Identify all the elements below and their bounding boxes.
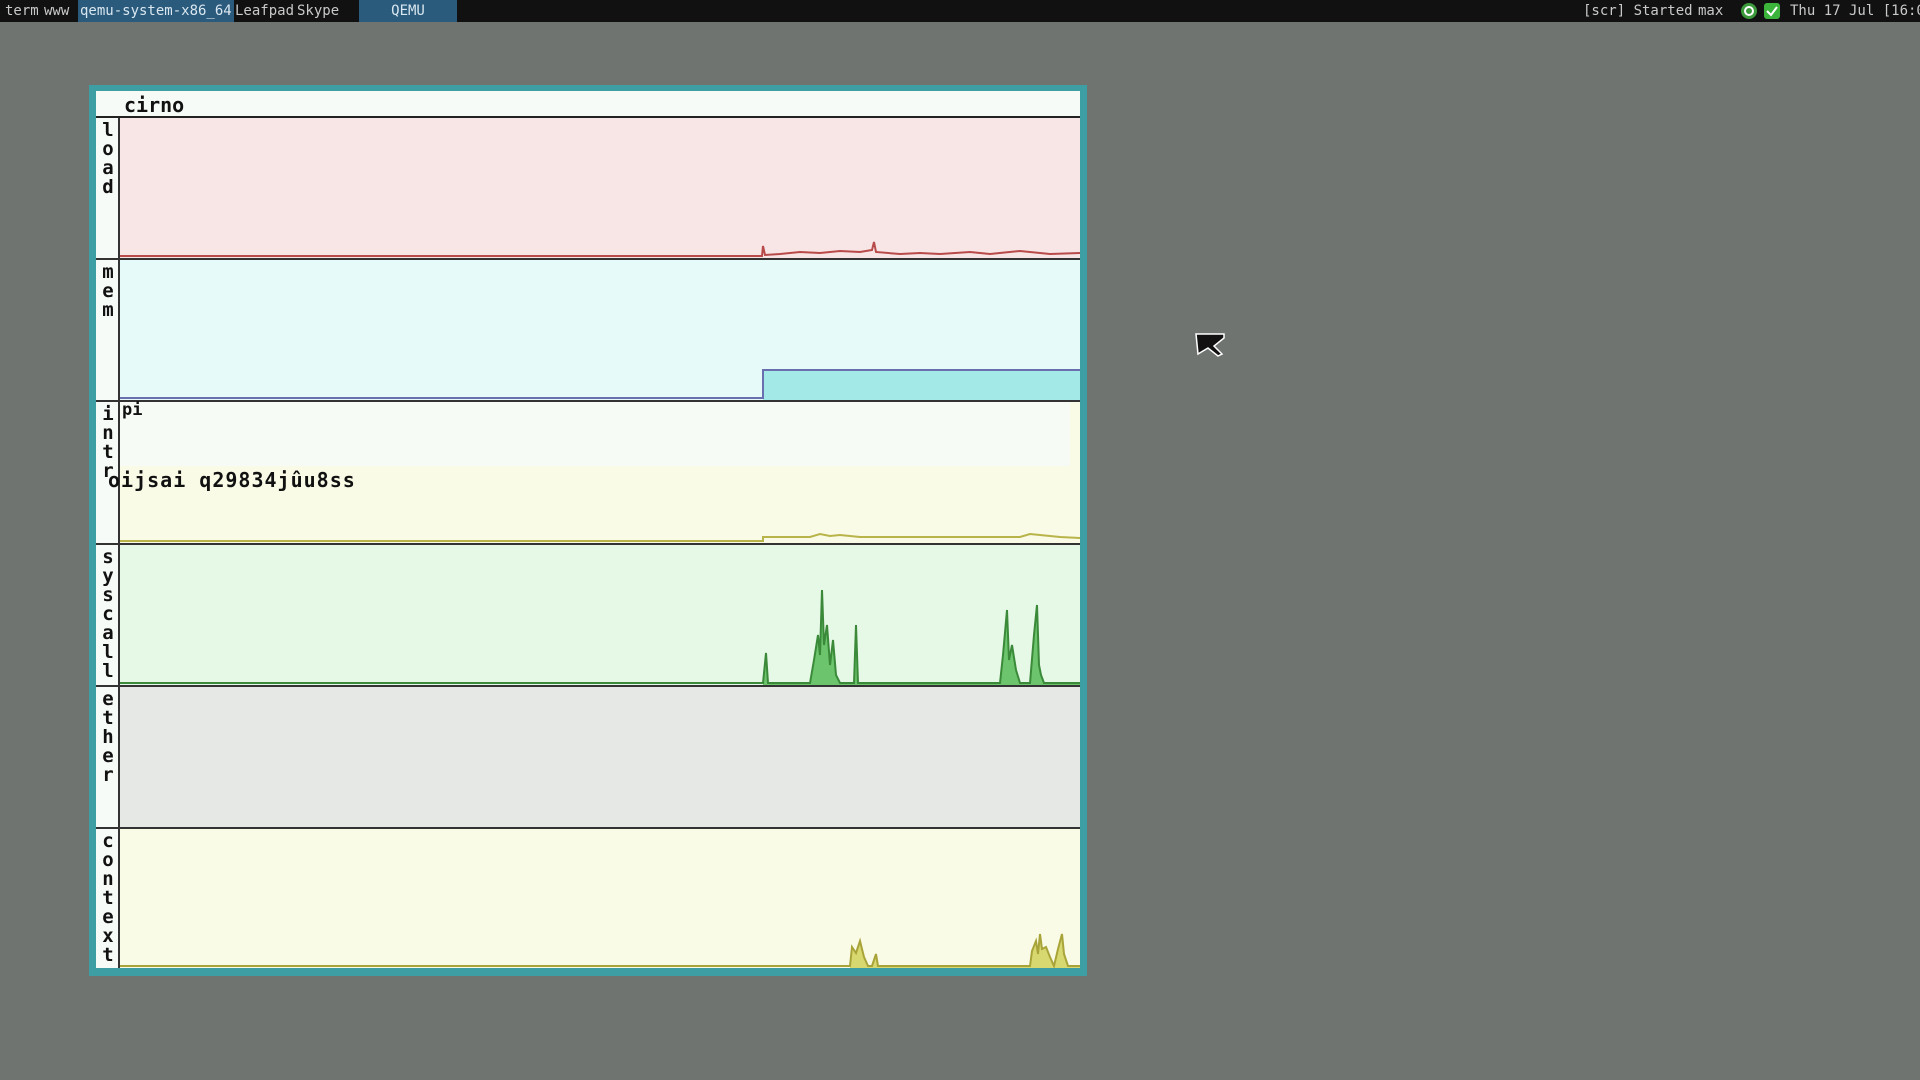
check-icon[interactable] xyxy=(1764,3,1780,19)
panel-ether: ether xyxy=(96,687,1080,829)
window-title: cirno xyxy=(124,93,185,117)
sync-icon[interactable] xyxy=(1741,3,1757,19)
window-content: cirno load mem intr pi oijsai q29834jûu8… xyxy=(96,91,1080,968)
panel-context: context xyxy=(96,829,1080,968)
status-text: [scr] Started xyxy=(1583,3,1693,19)
panel-load: load xyxy=(96,118,1080,260)
panel-label-syscall: syscall xyxy=(102,546,114,682)
context-graph xyxy=(120,829,1080,968)
tag-term[interactable]: term xyxy=(3,0,41,22)
tag-leafpad[interactable]: Leafpad xyxy=(233,0,296,22)
mouse-cursor-icon xyxy=(1195,333,1225,357)
xosview-window[interactable]: cirno load mem intr pi oijsai q29834jûu8… xyxy=(89,85,1087,976)
mem-graph xyxy=(120,260,1080,400)
panel-label-ether: ether xyxy=(102,688,114,786)
panel-label-context: context xyxy=(102,830,114,966)
load-graph xyxy=(120,118,1080,258)
syscall-graph xyxy=(120,545,1080,685)
panel-syscall: syscall xyxy=(96,545,1080,687)
panel-intr: intr pi oijsai q29834jûu8ss xyxy=(96,400,1080,545)
tag-skype[interactable]: Skype xyxy=(295,0,341,22)
layout-indicator[interactable]: max xyxy=(1698,0,1723,22)
clock: Thu 17 Jul [16:05] xyxy=(1790,3,1920,19)
panel-label-load: load xyxy=(102,119,114,198)
window-title-bar: cirno xyxy=(96,91,1080,118)
ether-graph xyxy=(120,687,1080,827)
garbled-render-area: pi xyxy=(120,400,1070,466)
tag-qemu-system[interactable]: qemu-system-x86_64 xyxy=(78,0,234,22)
garbled-text-main: oijsai q29834jûu8ss xyxy=(108,468,356,492)
task-tab-qemu[interactable]: QEMU xyxy=(359,0,457,22)
top-bar: term www qemu-system-x86_64 Leafpad Skyp… xyxy=(0,0,1920,22)
tag-www[interactable]: www xyxy=(42,0,71,22)
panel-mem: mem xyxy=(96,260,1080,402)
panel-label-mem: mem xyxy=(102,261,114,321)
garbled-text-first: pi xyxy=(122,400,143,420)
